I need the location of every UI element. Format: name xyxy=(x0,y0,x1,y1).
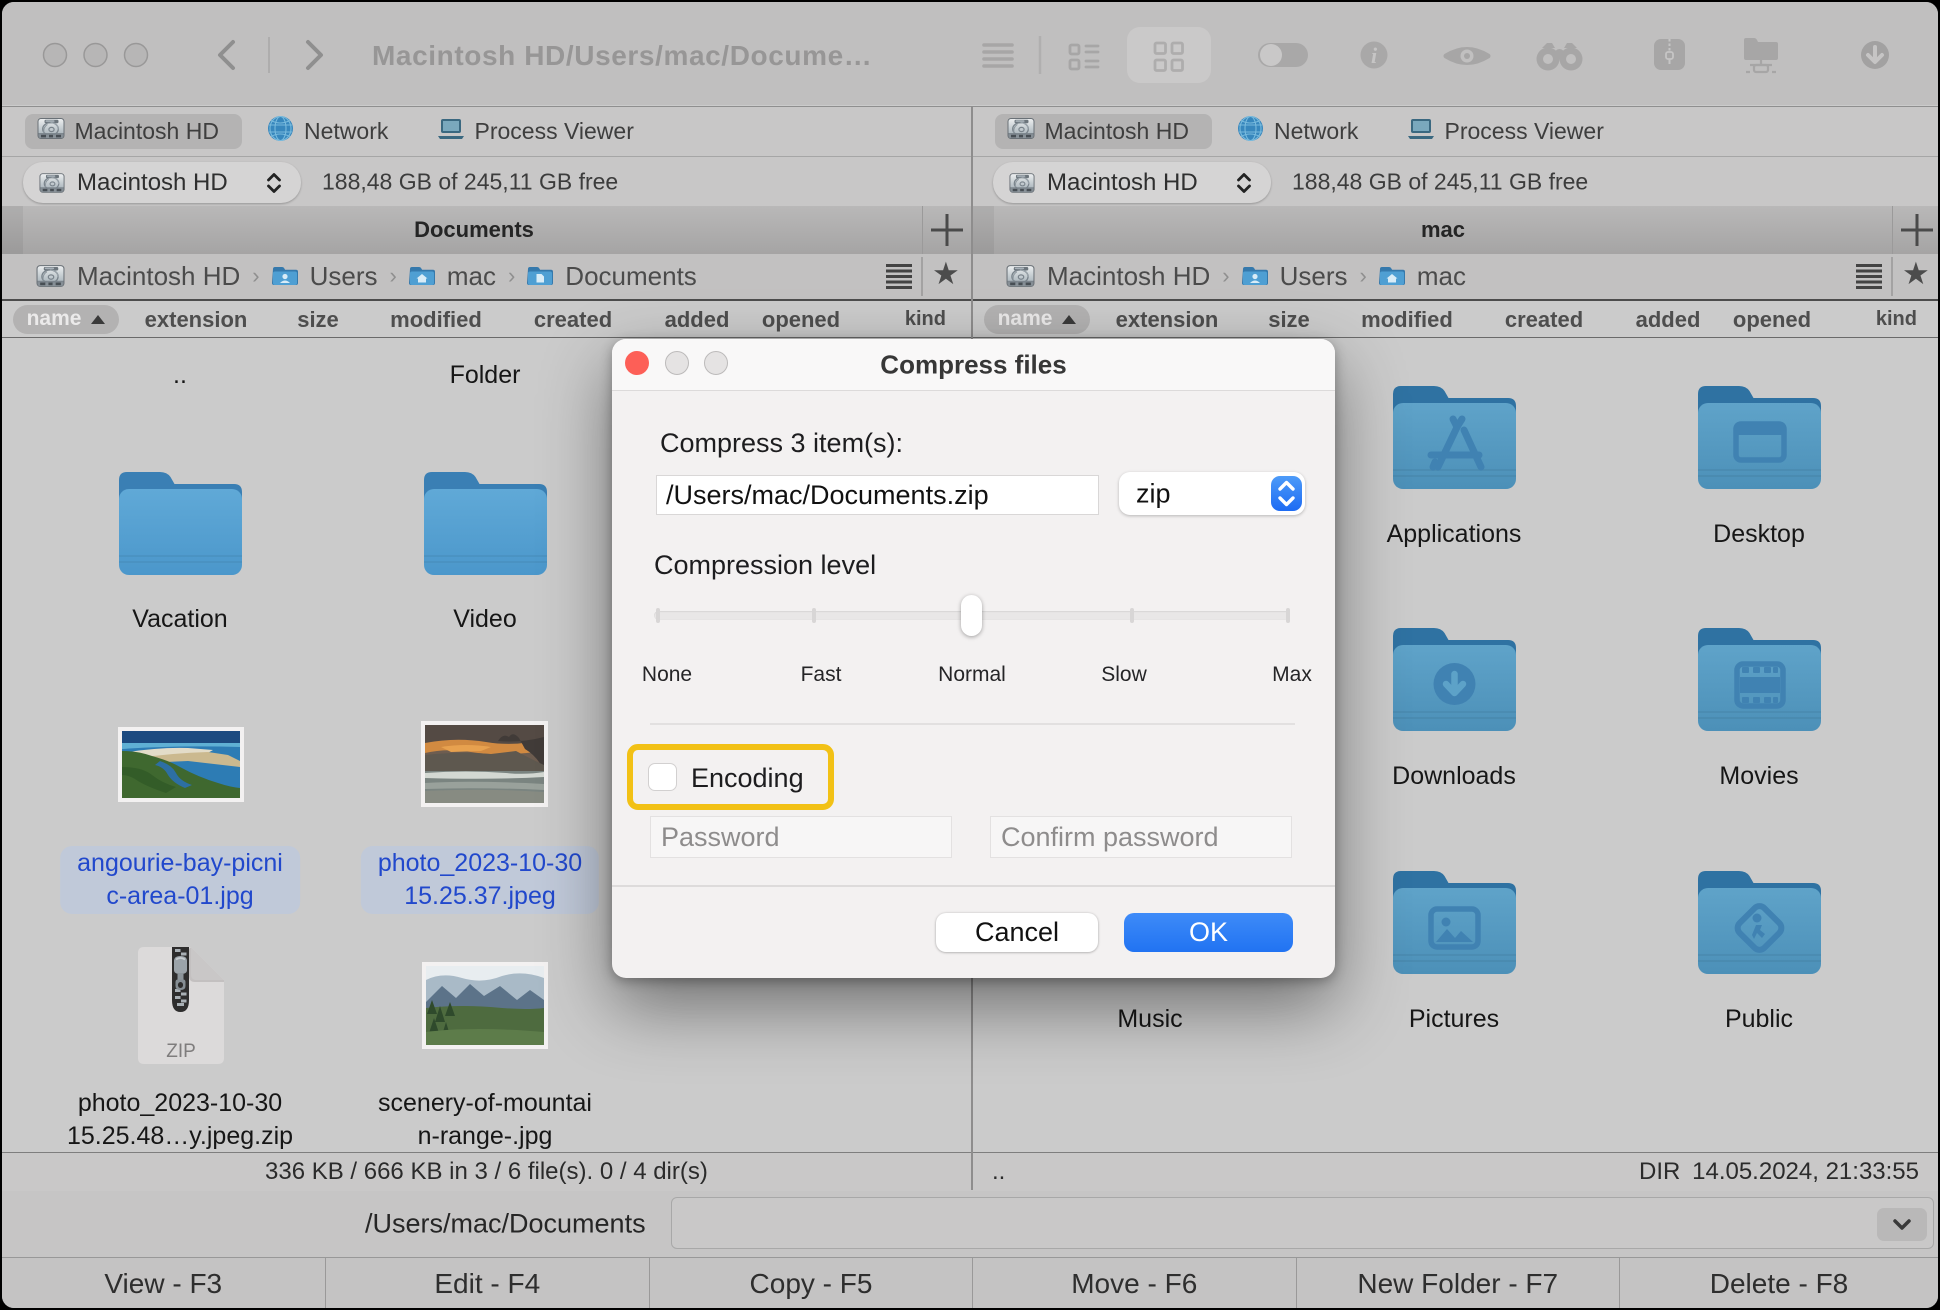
svg-text:i: i xyxy=(1371,43,1378,68)
svg-text:Macintosh HD/Users/mac/Docume…: Macintosh HD/Users/mac/Docume… xyxy=(372,40,872,71)
svg-text:ZIP: ZIP xyxy=(166,1041,196,1062)
